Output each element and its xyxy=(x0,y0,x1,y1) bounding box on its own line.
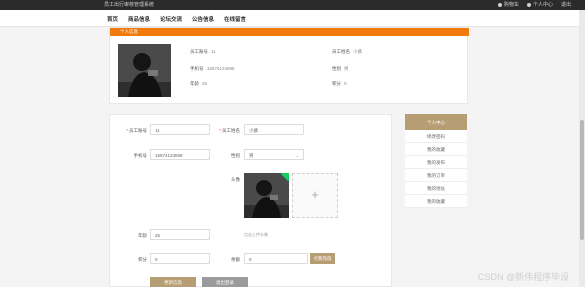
balance-input[interactable]: 0 xyxy=(244,253,308,264)
gender-value: 男 xyxy=(344,66,349,71)
nav-home[interactable]: 首页 xyxy=(107,15,118,23)
side-item-posts[interactable]: 我的发布 xyxy=(405,156,467,169)
profile-photo xyxy=(118,44,171,97)
nav-announcements[interactable]: 公告信息 xyxy=(192,15,214,23)
side-item-collection[interactable]: 我的收藏 xyxy=(405,195,467,208)
gender-field-label: 性别 xyxy=(231,153,240,158)
age-value: 25 xyxy=(202,81,208,86)
profile-header: 个人信息 xyxy=(110,28,469,36)
name-value: 小裴 xyxy=(353,49,362,54)
user-icon xyxy=(526,2,531,7)
upload-hint: 点击上传头像 xyxy=(244,232,268,237)
recharge-button[interactable]: 点我充值 xyxy=(310,253,335,264)
phone-value: 15874123698 xyxy=(207,66,235,71)
balance-field-label: 余额 xyxy=(231,257,240,262)
phone-input[interactable]: 15874123698 xyxy=(150,149,210,160)
profile-card: 个人信息 员工账号 11 员工姓名 小裴 手机号 15874123698 性别 … xyxy=(109,27,469,104)
top-links: 购物车 个人中心 退出 xyxy=(497,1,571,8)
age-field-label: 年龄 xyxy=(138,233,147,238)
age-input[interactable]: 25 xyxy=(150,229,210,240)
site-title: 员工出行审核管理系统 xyxy=(104,2,155,8)
nav-forum[interactable]: 论坛交流 xyxy=(160,15,182,23)
points-value: 0 xyxy=(344,81,347,86)
user-center-link[interactable]: 个人中心 xyxy=(526,1,553,8)
side-menu-header[interactable]: 个人中心 xyxy=(405,114,467,130)
logout-link[interactable]: 退出 xyxy=(561,1,571,8)
avatar-preview[interactable] xyxy=(244,173,289,218)
points-input[interactable]: 0 xyxy=(150,253,210,264)
employee-id-value: 11 xyxy=(211,49,216,54)
cart-link[interactable]: 购物车 xyxy=(497,1,519,8)
phone-field-label: 手机号 xyxy=(133,153,148,158)
side-menu: 个人中心 修改密码 我的收藏 我的发布 我的订单 我的地址 我的收藏 xyxy=(405,114,467,208)
page-scrollbar[interactable] xyxy=(579,10,585,287)
phone-label: 手机号 xyxy=(190,66,204,71)
nav-products[interactable]: 商品信息 xyxy=(128,15,150,23)
side-item-address[interactable]: 我的地址 xyxy=(405,182,467,195)
side-item-change-password[interactable]: 修改密码 xyxy=(405,130,467,143)
name-input[interactable]: 小裴 xyxy=(244,124,304,135)
employee-id-input[interactable]: 11 xyxy=(150,124,210,135)
name-field-label: *员工姓名 xyxy=(219,128,240,133)
watermark: CSDN @新伟程序毕设 xyxy=(478,272,570,282)
nav-messages[interactable]: 在线留言 xyxy=(224,15,246,23)
update-button[interactable]: 更新信息 xyxy=(150,277,196,287)
name-label: 员工姓名 xyxy=(332,49,350,54)
avatar-field-label: 头像 xyxy=(231,177,240,182)
cart-icon xyxy=(497,2,502,7)
points-label: 积分 xyxy=(332,81,341,86)
employee-id-label: 员工账号 xyxy=(190,49,208,54)
avatar-upload[interactable]: + xyxy=(292,173,338,218)
gender-select[interactable]: 男 ⌄ xyxy=(244,149,304,160)
gender-label: 性别 xyxy=(332,66,341,71)
main-nav: 首页 商品信息 论坛交流 公告信息 在线留言 xyxy=(0,10,585,27)
side-item-favorites[interactable]: 我的收藏 xyxy=(405,143,467,156)
points-field-label: 积分 xyxy=(138,257,147,262)
scrollbar-thumb[interactable] xyxy=(580,120,584,240)
chevron-down-icon: ⌄ xyxy=(295,153,299,158)
logout-button[interactable]: 退出登录 xyxy=(202,277,248,287)
side-item-orders[interactable]: 我的订单 xyxy=(405,169,467,182)
profile-header-title: 个人信息 xyxy=(120,29,138,34)
top-bar: 员工出行审核管理系统 购物车 个人中心 退出 xyxy=(0,0,585,10)
plus-icon: + xyxy=(311,187,319,202)
employee-id-field-label: *员工账号 xyxy=(126,128,147,133)
age-label: 年龄 xyxy=(190,81,199,86)
